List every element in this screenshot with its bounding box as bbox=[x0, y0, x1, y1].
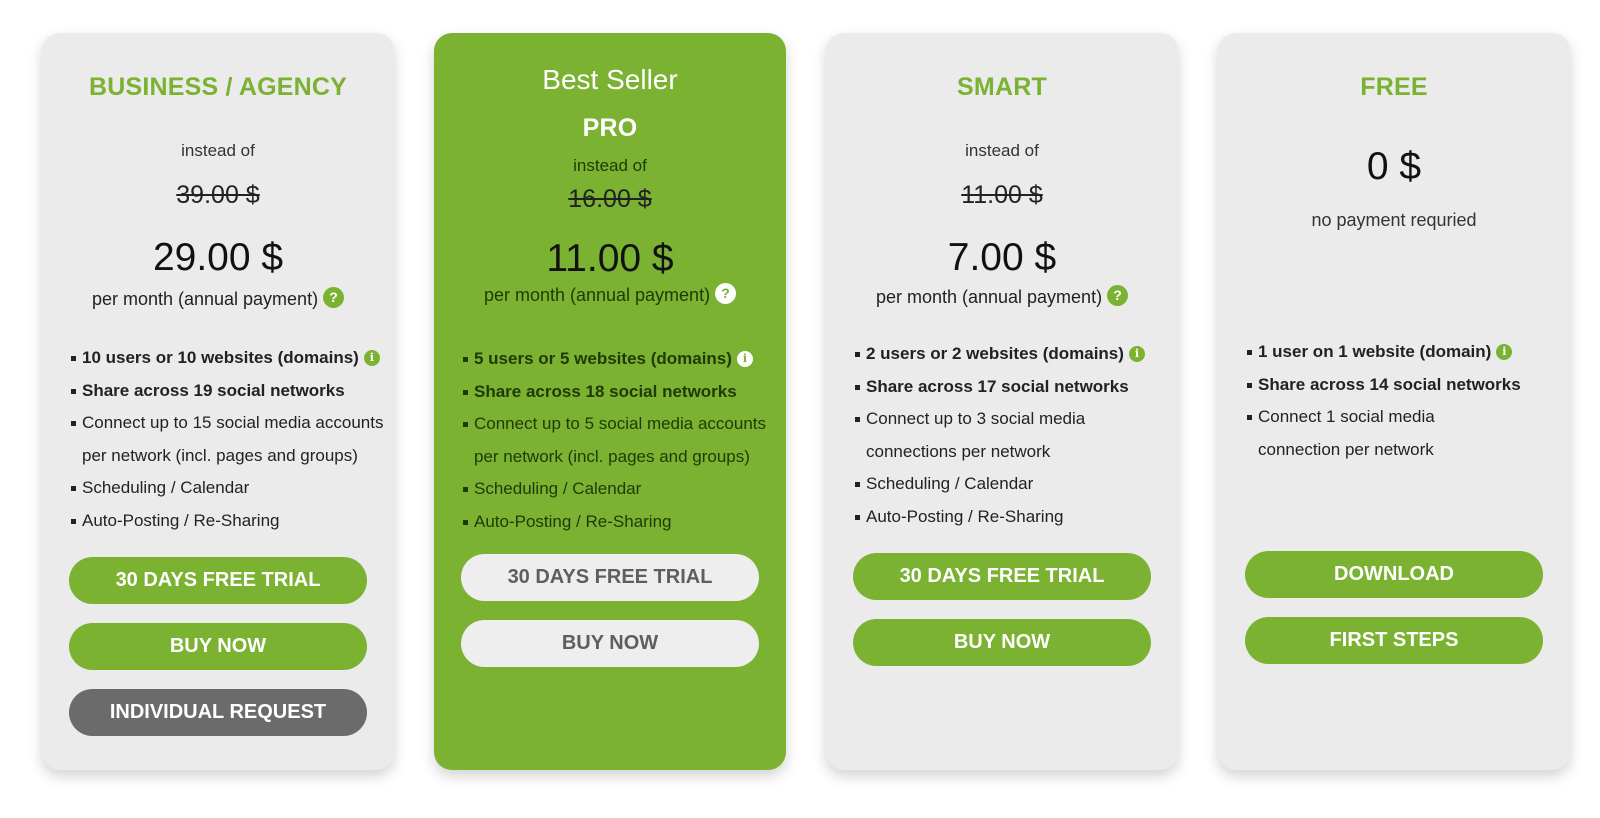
feature-text: 1 user on 1 website (domain) bbox=[1258, 342, 1492, 361]
billing-period: per month (annual payment)? bbox=[42, 287, 394, 310]
feature-item: Auto-Posting / Re-Sharing bbox=[463, 506, 776, 539]
feature-item: Scheduling / Calendar bbox=[855, 468, 1168, 501]
question-circle-icon[interactable]: ? bbox=[323, 287, 345, 308]
billing-period-text: per month (annual payment) bbox=[875, 287, 1103, 307]
free-trial-button[interactable]: 30 DAYS FREE TRIAL bbox=[69, 557, 367, 604]
free-trial-button[interactable]: 30 DAYS FREE TRIAL bbox=[461, 554, 759, 601]
feature-item: 1 user on 1 website (domain) i bbox=[1247, 336, 1560, 369]
price: 11.00 $ bbox=[546, 237, 674, 280]
feature-item: Scheduling / Calendar bbox=[463, 473, 776, 506]
billing-period-text: per month (annual payment) bbox=[91, 289, 319, 309]
plan-title: PRO bbox=[582, 114, 638, 142]
billing-period-text: per month (annual payment) bbox=[483, 285, 711, 305]
individual-request-button[interactable]: INDIVIDUAL REQUEST bbox=[69, 689, 367, 736]
old-price: 16.00 $ bbox=[568, 185, 652, 213]
feature-item: Scheduling / Calendar bbox=[71, 472, 384, 505]
feature-item: 10 users or 10 websites (domains) i bbox=[71, 342, 384, 375]
feature-item: Connect 1 social media connection per ne… bbox=[1247, 401, 1560, 466]
info-circle-icon[interactable]: i bbox=[1496, 344, 1513, 360]
price: 29.00 $ bbox=[152, 236, 284, 279]
first-steps-button[interactable]: FIRST STEPS bbox=[1245, 617, 1543, 664]
feature-item: Share across 14 social networks bbox=[1247, 369, 1560, 402]
feature-list: 2 users or 2 websites (domains) i Share a… bbox=[855, 338, 1168, 533]
info-circle-icon[interactable]: i bbox=[363, 350, 380, 366]
feature-list: 1 user on 1 website (domain) i Share acro… bbox=[1247, 336, 1560, 466]
feature-item: Connect up to 3 social media connections… bbox=[855, 403, 1168, 468]
old-price: 11.00 $ bbox=[961, 181, 1043, 209]
feature-item: Connect up to 5 social media accounts pe… bbox=[463, 408, 776, 473]
feature-text: 2 users or 2 websites (domains) bbox=[866, 344, 1124, 363]
info-circle-icon[interactable]: i bbox=[1128, 346, 1145, 362]
plan-card-free: FREE 0 $ no payment requried 1 user on 1… bbox=[1218, 33, 1570, 770]
instead-of-label: instead of bbox=[965, 141, 1039, 160]
feature-item: Share across 18 social networks bbox=[463, 376, 776, 409]
feature-text: 10 users or 10 websites (domains) bbox=[82, 348, 359, 367]
billing-period: per month (annual payment)? bbox=[826, 285, 1178, 308]
billing-period: per month (annual payment)? bbox=[434, 283, 786, 306]
feature-item: Auto-Posting / Re-Sharing bbox=[855, 501, 1168, 534]
plan-card-pro: Best Seller PRO instead of 16.00 $ 11.00… bbox=[434, 33, 786, 770]
feature-item: Auto-Posting / Re-Sharing bbox=[71, 505, 384, 538]
feature-list: 10 users or 10 websites (domains) i Share… bbox=[71, 342, 384, 537]
plan-title: SMART bbox=[957, 73, 1047, 101]
instead-of-label: instead of bbox=[573, 156, 647, 175]
question-circle-icon[interactable]: ? bbox=[1107, 285, 1129, 306]
feature-item: Connect up to 15 social media accounts p… bbox=[71, 407, 384, 472]
plan-title: FREE bbox=[1360, 73, 1428, 101]
feature-item: Share across 19 social networks bbox=[71, 375, 384, 408]
buy-now-button[interactable]: BUY NOW bbox=[461, 620, 759, 667]
old-price: 39.00 $ bbox=[176, 181, 260, 209]
feature-item: Share across 17 social networks bbox=[855, 371, 1168, 404]
best-seller-badge: Best Seller bbox=[542, 64, 678, 95]
instead-of-label: instead of bbox=[181, 141, 255, 160]
download-button[interactable]: DOWNLOAD bbox=[1245, 551, 1543, 598]
free-trial-button[interactable]: 30 DAYS FREE TRIAL bbox=[853, 553, 1151, 600]
price: 7.00 $ bbox=[947, 236, 1057, 279]
no-payment-label: no payment requried bbox=[1311, 210, 1477, 230]
price: 0 $ bbox=[1366, 145, 1422, 188]
feature-list: 5 users or 5 websites (domains) i Share a… bbox=[463, 343, 776, 538]
feature-text: 5 users or 5 websites (domains) bbox=[474, 349, 732, 368]
info-circle-icon[interactable]: i bbox=[736, 351, 753, 367]
question-circle-icon[interactable]: ? bbox=[715, 283, 737, 304]
feature-item: 2 users or 2 websites (domains) i bbox=[855, 338, 1168, 371]
plan-card-business-agency: BUSINESS / AGENCY instead of 39.00 $ 29.… bbox=[42, 33, 394, 770]
plan-title: BUSINESS / AGENCY bbox=[88, 73, 348, 101]
plan-card-smart: SMART instead of 11.00 $ 7.00 $ per mont… bbox=[826, 33, 1178, 770]
buy-now-button[interactable]: BUY NOW bbox=[69, 623, 367, 670]
buy-now-button[interactable]: BUY NOW bbox=[853, 619, 1151, 666]
feature-item: 5 users or 5 websites (domains) i bbox=[463, 343, 776, 376]
